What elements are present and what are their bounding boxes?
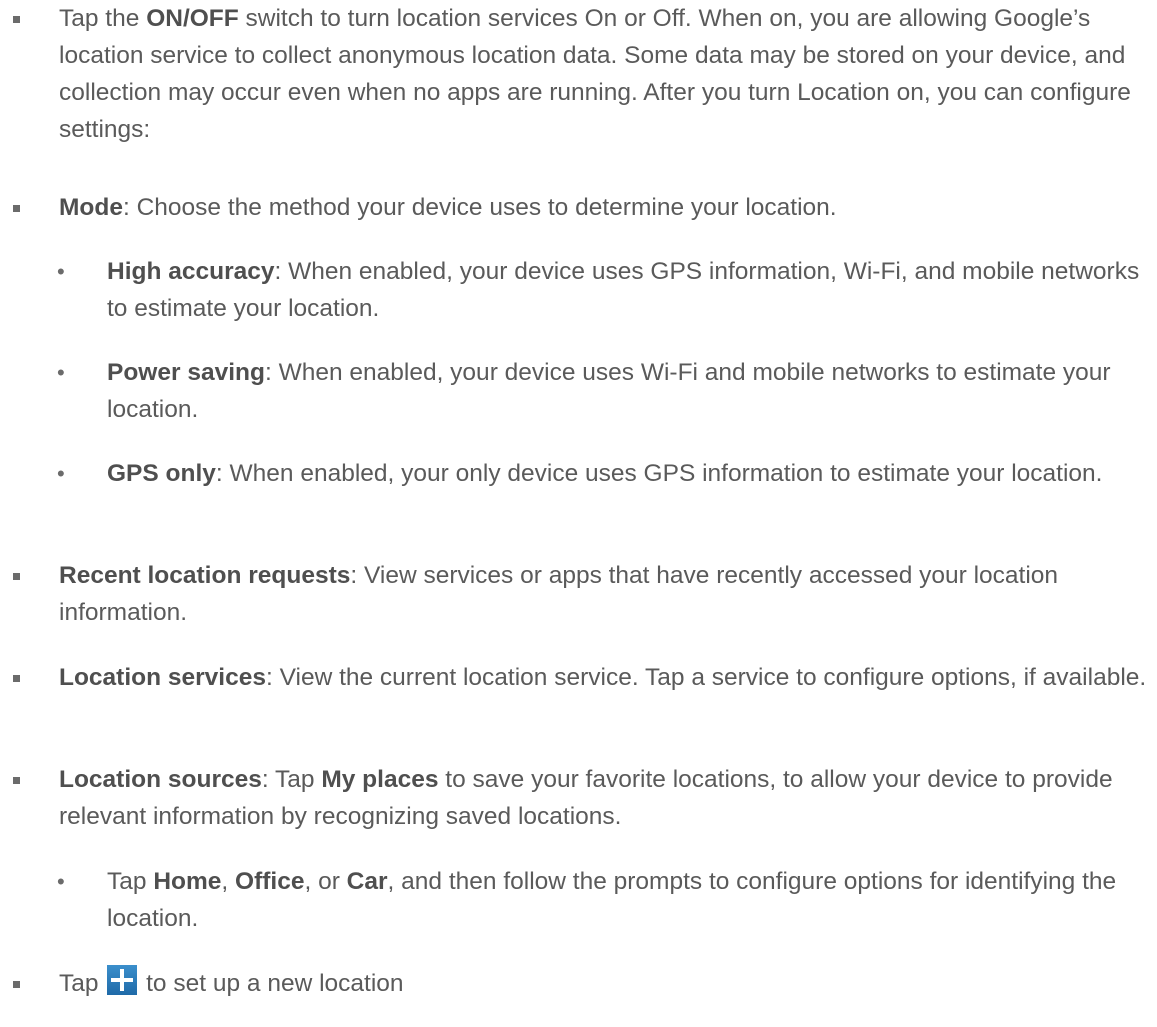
document-page: Tap the ON/OFF switch to turn location s… (0, 0, 1157, 1027)
sub-list-item-text: Tap Home, Office, or Car, and then follo… (107, 868, 1117, 932)
list-item-text: Location sources: Tap My places to save … (59, 766, 1113, 830)
sub-list-item-text: Power saving: When enabled, your device … (107, 359, 1111, 423)
square-bullet-icon (13, 16, 20, 23)
plus-icon (107, 965, 138, 995)
round-bullet-icon: • (57, 259, 65, 284)
square-bullet-icon (13, 777, 20, 784)
list-item-text: Mode: Choose the method your device uses… (59, 194, 837, 221)
round-bullet-icon: • (57, 360, 65, 385)
round-bullet-icon: • (57, 869, 65, 894)
square-bullet-icon (13, 675, 20, 682)
list-item-text: Tap to set up a new location (59, 965, 1154, 1002)
list-item-text: Tap the ON/OFF switch to turn location s… (59, 5, 1131, 143)
square-bullet-icon (13, 981, 20, 988)
list-item-text: Location services: View the current loca… (59, 664, 1147, 691)
list-item-text: Recent location requests: View services … (59, 562, 1059, 626)
sub-list-item-text: High accuracy: When enabled, your device… (107, 258, 1140, 322)
square-bullet-icon (13, 205, 20, 212)
round-bullet-icon: • (57, 461, 65, 486)
sub-list-item-text: GPS only: When enabled, your only device… (107, 460, 1103, 487)
square-bullet-icon (13, 573, 20, 580)
